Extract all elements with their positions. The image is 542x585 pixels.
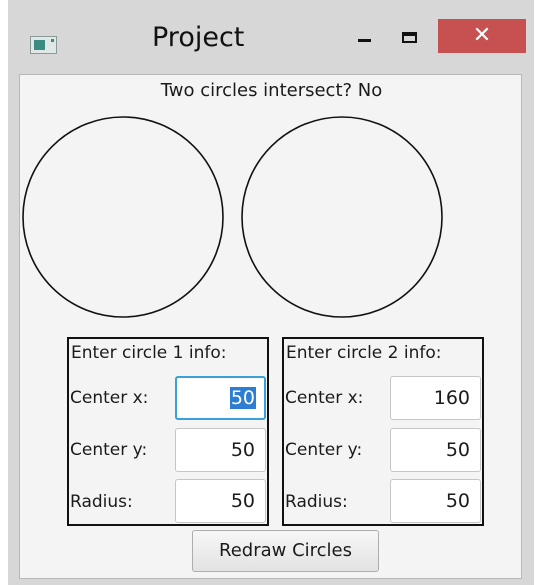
- close-icon: ✕: [472, 23, 492, 48]
- circle-1-radius-input[interactable]: 50: [175, 479, 266, 523]
- circle-1-center-x-value: 50: [229, 387, 256, 409]
- app-window: Project ✕ Two circles intersect? No Ente…: [8, 0, 534, 585]
- title-bar[interactable]: Project ✕: [8, 0, 534, 80]
- circle-1: [22, 116, 224, 318]
- circle-canvas: [22, 116, 443, 318]
- circle-2-heading: Enter circle 2 info:: [286, 343, 442, 363]
- circle-2-radius-input[interactable]: 50: [390, 479, 481, 523]
- intersection-status: Two circles intersect? No: [160, 80, 383, 101]
- circle-1-info-panel: Enter circle 1 info: Center x: 50 Center…: [67, 337, 269, 526]
- circle-2: [241, 116, 443, 318]
- window-title: Project: [152, 22, 245, 53]
- circle-2-info-panel: Enter circle 2 info: Center x: 160 Cente…: [282, 337, 484, 526]
- circle-1-heading: Enter circle 1 info:: [71, 343, 227, 363]
- minimize-icon: [358, 39, 371, 42]
- app-icon: [30, 36, 57, 54]
- client-area: Two circles intersect? No Enter circle 1…: [19, 74, 522, 579]
- close-button[interactable]: ✕: [438, 19, 526, 53]
- maximize-button[interactable]: [398, 26, 426, 56]
- minimize-button[interactable]: [345, 26, 389, 56]
- circle-2-center-x-input[interactable]: 160: [390, 376, 481, 420]
- circle-2-center-y-label: Center y:: [285, 440, 363, 460]
- circle-1-center-y-label: Center y:: [70, 440, 148, 460]
- circle-1-radius-label: Radius:: [70, 492, 133, 512]
- circle-2-center-y-input[interactable]: 50: [390, 428, 481, 472]
- circle-1-center-x-label: Center x:: [70, 388, 149, 408]
- circle-2-center-x-label: Center x:: [285, 388, 364, 408]
- redraw-circles-button[interactable]: Redraw Circles: [192, 530, 379, 572]
- maximize-icon: [402, 32, 417, 43]
- circle-1-center-y-input[interactable]: 50: [175, 428, 266, 472]
- circle-2-radius-label: Radius:: [285, 492, 348, 512]
- circle-1-center-x-input[interactable]: 50: [175, 376, 266, 420]
